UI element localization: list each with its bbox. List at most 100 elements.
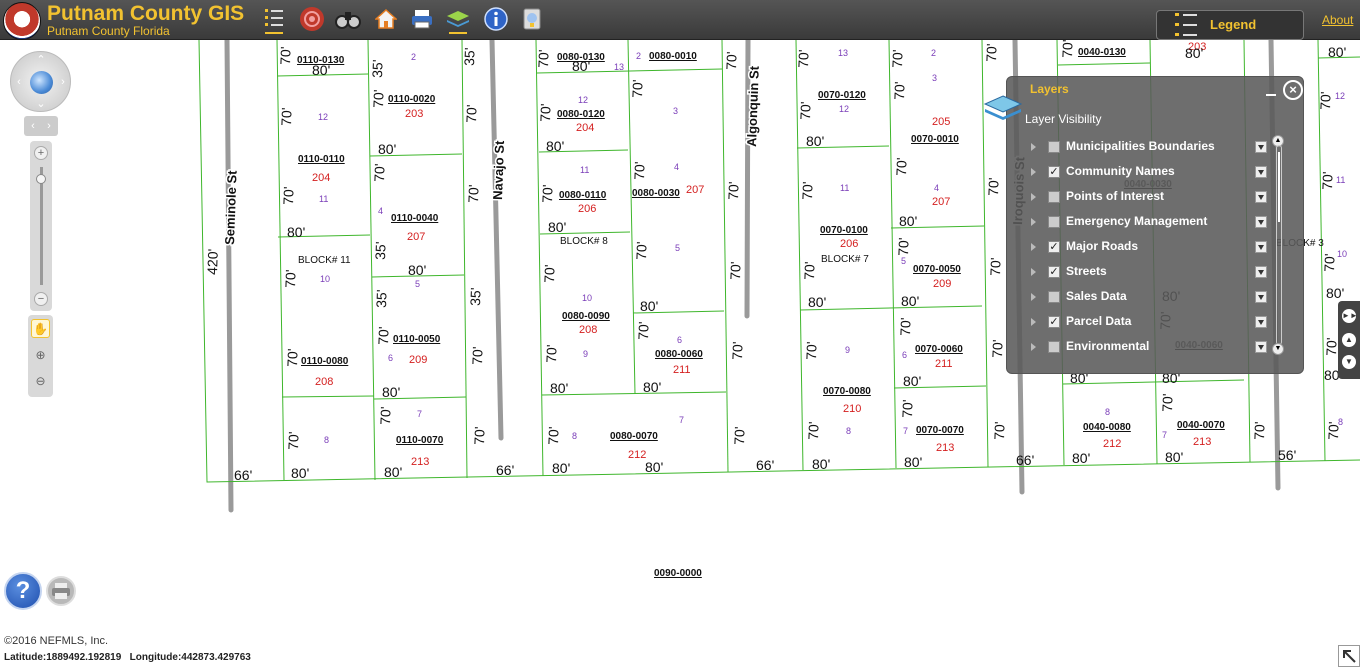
next-extent-icon[interactable]: › <box>43 120 55 132</box>
layer-visibility-checkbox[interactable] <box>1048 191 1060 203</box>
svg-text:70': 70' <box>543 344 560 363</box>
svg-text:70': 70' <box>985 177 1002 196</box>
target-tool-icon[interactable] <box>298 4 326 34</box>
svg-text:35': 35' <box>467 287 484 306</box>
scroll-down-icon[interactable]: ▼ <box>1272 343 1284 355</box>
move-down-icon[interactable]: ▼ <box>1342 355 1356 369</box>
expand-arrow-icon[interactable] <box>1031 268 1036 276</box>
layer-visibility-checkbox[interactable] <box>1048 141 1060 153</box>
pan-left-icon[interactable]: ‹ <box>13 76 25 88</box>
svg-text:211: 211 <box>935 358 953 370</box>
layer-options-dropdown-icon[interactable] <box>1255 216 1267 228</box>
svg-text:56': 56' <box>1278 447 1296 463</box>
pan-navigator[interactable]: ⌃ ‹ › ⌄ <box>10 51 71 112</box>
scroll-thumb[interactable] <box>1278 152 1280 222</box>
print-icon[interactable] <box>408 4 436 34</box>
svg-text:5: 5 <box>675 243 680 253</box>
svg-text:0070-0050: 0070-0050 <box>913 264 961 275</box>
svg-text:70': 70' <box>723 51 740 70</box>
expand-arrow-icon[interactable] <box>1031 143 1036 151</box>
app-title: Putnam County GIS <box>47 2 245 25</box>
svg-text:70': 70' <box>803 341 820 360</box>
home-icon[interactable] <box>372 4 400 34</box>
overview-map-toggle[interactable] <box>1338 645 1360 667</box>
svg-text:80': 80' <box>643 379 661 395</box>
layers-scrollbar[interactable] <box>1276 145 1282 345</box>
svg-text:70': 70' <box>1317 91 1334 110</box>
svg-text:70': 70' <box>280 186 297 205</box>
close-icon[interactable]: × <box>1283 80 1303 100</box>
svg-text:66': 66' <box>234 467 252 483</box>
help-button[interactable]: ? <box>4 572 42 610</box>
layer-visibility-checkbox[interactable]: ✓ <box>1048 166 1060 178</box>
svg-text:0110-0110: 0110-0110 <box>298 154 345 165</box>
svg-text:70': 70' <box>1251 421 1268 440</box>
expand-arrow-icon[interactable] <box>1031 318 1036 326</box>
pan-up-icon[interactable]: ⌃ <box>35 54 47 66</box>
collapse-right-icon[interactable]: ►► <box>1342 309 1358 323</box>
svg-text:211: 211 <box>673 364 691 376</box>
svg-text:213: 213 <box>936 442 954 454</box>
expand-arrow-icon[interactable] <box>1031 293 1036 301</box>
svg-text:10: 10 <box>582 293 592 303</box>
layer-name: Streets <box>1066 264 1107 278</box>
layer-options-dropdown-icon[interactable] <box>1255 341 1267 353</box>
svg-text:70': 70' <box>463 104 480 123</box>
info-icon[interactable] <box>482 4 510 34</box>
expand-arrow-icon[interactable] <box>1031 193 1036 201</box>
svg-text:0080-0070: 0080-0070 <box>610 431 658 442</box>
zoom-in-box-icon[interactable]: ⊕ <box>31 346 50 365</box>
zoom-thumb[interactable] <box>36 174 46 184</box>
move-up-icon[interactable]: ▲ <box>1342 333 1356 347</box>
layer-visibility-checkbox[interactable] <box>1048 291 1060 303</box>
expand-arrow-icon[interactable] <box>1031 343 1036 351</box>
svg-text:80': 80' <box>287 224 305 240</box>
zoom-in-icon[interactable]: + <box>34 146 48 160</box>
previous-extent-icon[interactable]: ‹ <box>27 120 39 132</box>
zoom-track[interactable] <box>40 167 43 285</box>
svg-text:2: 2 <box>636 51 641 61</box>
layers-tool-icon[interactable] <box>444 4 472 34</box>
layers-panel-title: Layers <box>1030 82 1069 96</box>
svg-text:70': 70' <box>899 399 916 418</box>
layer-options-dropdown-icon[interactable] <box>1255 191 1267 203</box>
pan-right-icon[interactable]: › <box>57 76 69 88</box>
zoom-out-box-icon[interactable]: ⊖ <box>31 372 50 391</box>
expand-arrow-icon[interactable] <box>1031 168 1036 176</box>
layer-options-dropdown-icon[interactable] <box>1255 141 1267 153</box>
layer-options-dropdown-icon[interactable] <box>1255 166 1267 178</box>
expand-arrow-icon <box>1343 650 1356 663</box>
pan-hand-icon[interactable]: ✋ <box>31 319 50 338</box>
svg-text:0110-0050: 0110-0050 <box>393 334 441 345</box>
svg-text:80': 80' <box>572 58 590 74</box>
layer-visibility-checkbox[interactable] <box>1048 216 1060 228</box>
svg-text:0090-0000: 0090-0000 <box>654 568 702 579</box>
print-map-button[interactable] <box>46 576 76 606</box>
layer-options-dropdown-icon[interactable] <box>1255 241 1267 253</box>
pan-down-icon[interactable]: ⌄ <box>35 98 47 110</box>
svg-text:70': 70' <box>629 79 646 98</box>
layer-options-dropdown-icon[interactable] <box>1255 291 1267 303</box>
layers-panel-subtitle: Layer Visibility <box>1025 112 1102 126</box>
legend-button[interactable]: Legend <box>1156 10 1304 40</box>
minimize-icon[interactable] <box>1266 87 1276 97</box>
layer-options-dropdown-icon[interactable] <box>1255 266 1267 278</box>
layer-visibility-checkbox[interactable]: ✓ <box>1048 266 1060 278</box>
binoculars-icon[interactable] <box>334 4 362 34</box>
svg-text:70': 70' <box>987 257 1004 276</box>
measure-icon[interactable] <box>518 4 546 34</box>
layer-visibility-checkbox[interactable]: ✓ <box>1048 316 1060 328</box>
svg-text:70': 70' <box>889 49 906 68</box>
expand-arrow-icon[interactable] <box>1031 218 1036 226</box>
layer-list-tool-icon[interactable] <box>260 4 288 34</box>
layer-name: Community Names <box>1066 164 1175 178</box>
expand-arrow-icon[interactable] <box>1031 243 1036 251</box>
about-link[interactable]: About <box>1322 13 1353 27</box>
svg-text:70': 70' <box>1319 171 1336 190</box>
globe-icon[interactable] <box>30 71 53 94</box>
layer-options-dropdown-icon[interactable] <box>1255 316 1267 328</box>
layer-visibility-checkbox[interactable]: ✓ <box>1048 241 1060 253</box>
layer-visibility-checkbox[interactable] <box>1048 341 1060 353</box>
svg-text:70': 70' <box>278 107 295 126</box>
zoom-out-icon[interactable]: − <box>34 292 48 306</box>
